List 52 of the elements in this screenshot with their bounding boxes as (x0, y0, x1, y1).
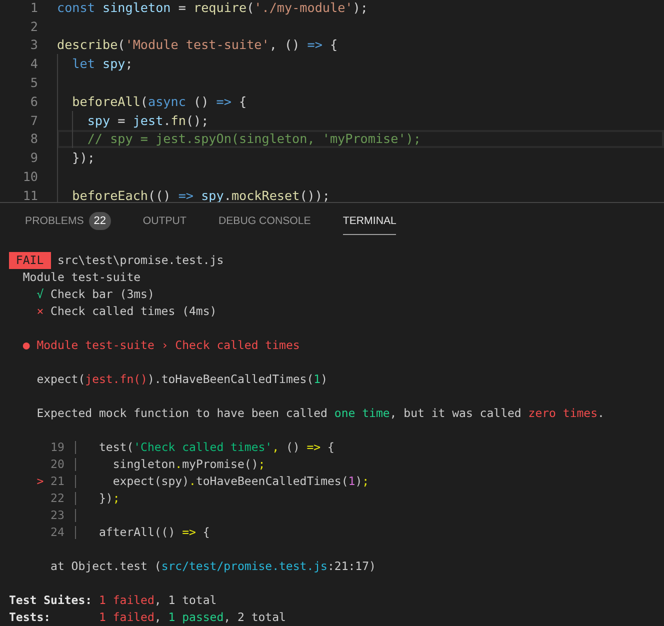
code-line: afterAll(() => { (99, 524, 210, 541)
file-link[interactable]: src/test/promise.test.js (161, 559, 328, 573)
code-line: expect(spy).toHaveBeenCalledTimes(1); (112, 473, 370, 490)
code-line: }); (72, 151, 95, 164)
panel-tab[interactable]: PROBLEMS 22 (25, 207, 111, 235)
line-number: 20 (50, 456, 64, 473)
chevron-icon: > (36, 473, 44, 490)
line-number: 2 (29, 20, 38, 33)
cross-icon: × (36, 303, 44, 320)
error-message: Expected mock function to have been called one time, but it was called zero times. (36, 405, 604, 422)
line-number: 4 (29, 57, 38, 70)
line-number: 5 (29, 76, 38, 90)
line-number: 11 (22, 188, 38, 202)
summary-label: Test Suites: (9, 592, 94, 609)
code-line: singleton.myPromise(); (112, 456, 266, 473)
code-line: spy = jest.fn(); (87, 114, 209, 127)
fail-badge: FAIL (9, 252, 51, 269)
code-line: // spy = jest.spyOn(singleton, 'myPromise'); (87, 132, 421, 146)
code-line: test('Check called times', () => { (99, 439, 334, 456)
line-number: 8 (29, 132, 38, 146)
code-line: let spy; (72, 57, 133, 70)
count-badge: 22 (88, 212, 111, 230)
summary-label: Tests: (9, 609, 52, 626)
code-line: describe('Module test-suite', () => { (57, 38, 338, 52)
line-number: 3 (29, 38, 38, 52)
summary-value: 1 failed, 1 passed, 2 total (99, 609, 286, 626)
line-number: 6 (29, 94, 38, 108)
line-number: 9 (29, 151, 38, 164)
failure-title: ● Module test-suite › Check called times (22, 337, 300, 354)
test-name: Check bar (3ms) (50, 286, 154, 303)
code-line: beforeEach(() => spy.mockReset()); (72, 188, 330, 202)
summary-value: 1 failed, 1 total (99, 592, 217, 609)
line-number: 10 (22, 170, 38, 184)
test-name: Check called times (4ms) (50, 303, 217, 320)
line-number: 22 (50, 490, 64, 507)
panel-tab[interactable]: TERMINAL (342, 207, 396, 235)
line-number: 23 (50, 507, 64, 524)
line-number: 24 (50, 524, 64, 541)
code-line: beforeAll(async () => { (72, 94, 247, 108)
code-line: }); (99, 490, 120, 507)
check-icon: √ (36, 286, 44, 303)
assertion-line: expect(jest.fn()).toHaveBeenCalledTimes(1) (36, 371, 328, 388)
line-number: 19 (50, 439, 64, 456)
line-number: 7 (29, 114, 38, 127)
suite-name: Module test-suite (22, 269, 141, 286)
test-file-path: src\test\promise.test.js (57, 252, 224, 269)
line-number: 1 (29, 0, 38, 14)
code-line: const singleton = require('./my-module'); (57, 0, 368, 14)
line-number: 21 (50, 473, 64, 490)
panel-tab[interactable]: DEBUG CONSOLE (218, 207, 311, 235)
panel-tab[interactable]: OUTPUT (142, 207, 186, 235)
stack-frame: at Object.test (src/test/promise.test.js:21:17) (50, 558, 376, 575)
